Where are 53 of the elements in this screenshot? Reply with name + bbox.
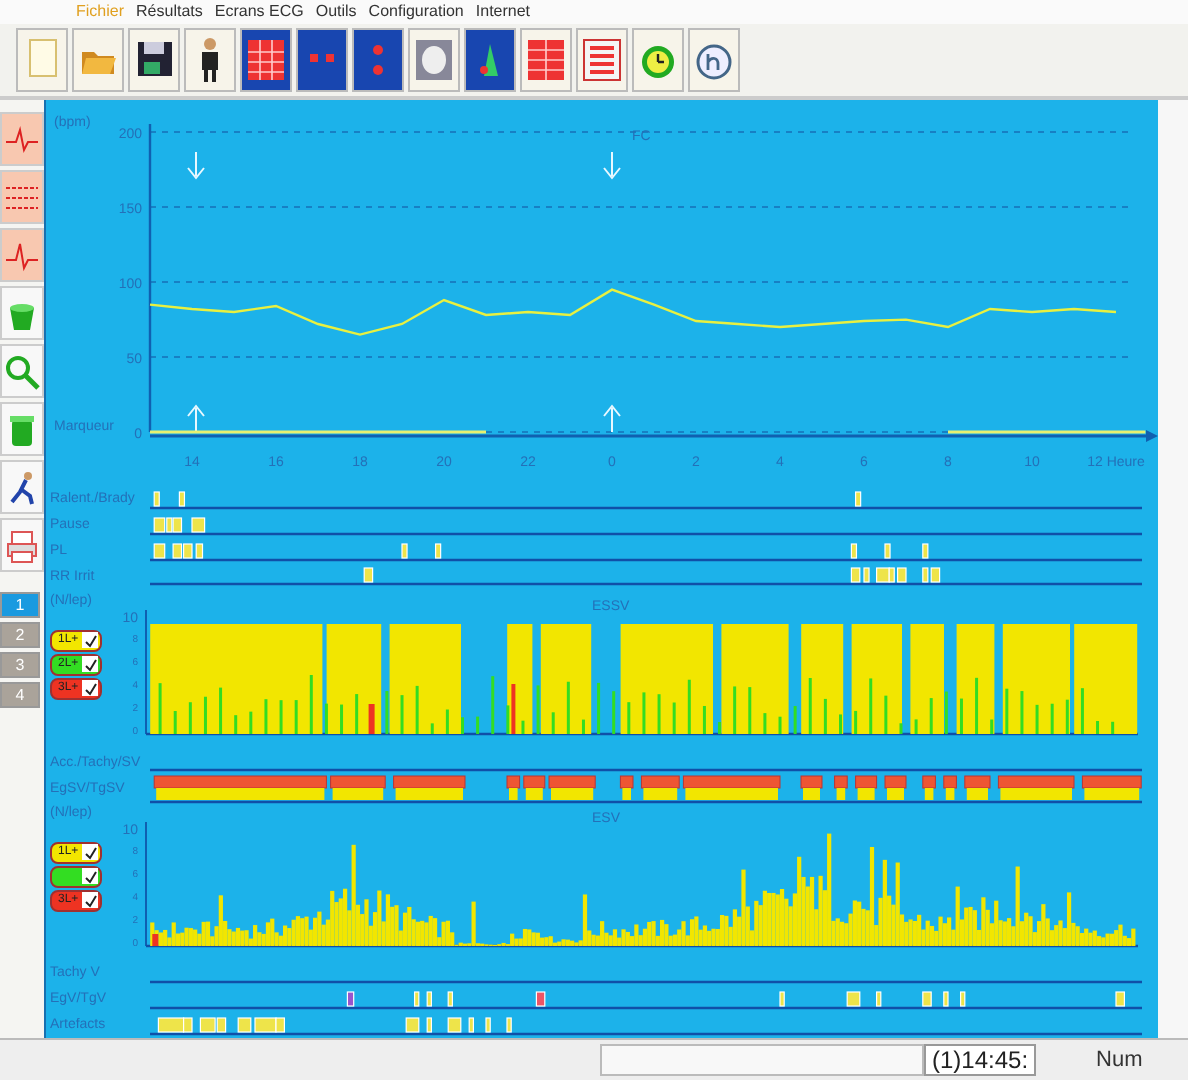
ecg-screen-icon[interactable] — [296, 28, 348, 92]
event-mark — [855, 490, 862, 506]
histogram-bar — [540, 623, 592, 734]
person-icon[interactable] — [184, 28, 236, 92]
menu-item[interactable]: Résultats — [136, 0, 203, 24]
event-mark — [535, 990, 546, 1006]
up-arrow-icon — [187, 404, 205, 433]
up-arrow-icon — [603, 404, 621, 433]
checkbox[interactable] — [82, 680, 98, 697]
down-arrow-icon — [187, 151, 205, 180]
histogram-bar — [956, 623, 995, 734]
histogram-bar — [1074, 623, 1138, 734]
histogram-bar — [1002, 623, 1070, 734]
histogram-bar — [620, 623, 713, 734]
triangle-chart-icon[interactable] — [464, 28, 516, 92]
event-mark — [346, 990, 355, 1006]
histogram-bar — [851, 623, 902, 734]
down-arrow-icon — [603, 151, 621, 180]
table-icon[interactable] — [520, 28, 572, 92]
menu-item[interactable]: Configuration — [368, 0, 464, 24]
keyboard-mode-indicator: Num — [1096, 1048, 1143, 1072]
checkbox[interactable] — [82, 656, 98, 673]
checkbox[interactable] — [82, 868, 98, 885]
save-icon[interactable] — [128, 28, 180, 92]
ecg-trace-icon[interactable] — [0, 112, 44, 166]
histogram-bar — [721, 623, 789, 734]
event-mark — [1115, 990, 1125, 1006]
bucket-icon[interactable] — [0, 286, 44, 340]
help-logo-icon[interactable] — [688, 28, 740, 92]
runner-icon[interactable] — [0, 460, 44, 514]
event-mark — [363, 568, 374, 584]
grid-icon[interactable] — [240, 28, 292, 92]
event-mark — [779, 990, 785, 1006]
list-table-icon[interactable] — [576, 28, 628, 92]
status-time: (1)14:45: — [924, 1044, 1037, 1076]
event-mark — [435, 542, 442, 558]
printer-icon[interactable] — [0, 518, 44, 572]
clock-icon[interactable] — [632, 28, 684, 92]
checkbox[interactable] — [82, 892, 98, 909]
event-mark — [401, 542, 408, 558]
cylinder-icon[interactable] — [408, 28, 460, 92]
histogram-bar — [389, 623, 461, 734]
menu-item[interactable]: Outils — [315, 0, 357, 24]
ecg-beat-icon[interactable] — [0, 228, 44, 282]
checkbox[interactable] — [82, 844, 98, 861]
ecg-split-icon[interactable] — [352, 28, 404, 92]
search-icon[interactable] — [0, 344, 44, 398]
checkbox[interactable] — [82, 632, 98, 649]
menu-item[interactable]: Ecrans ECG — [214, 0, 304, 24]
ecg-strips-icon[interactable] — [0, 170, 44, 224]
histogram-bar — [801, 623, 844, 734]
menu-item[interactable]: Internet — [475, 0, 531, 24]
histogram-bar — [910, 623, 944, 734]
